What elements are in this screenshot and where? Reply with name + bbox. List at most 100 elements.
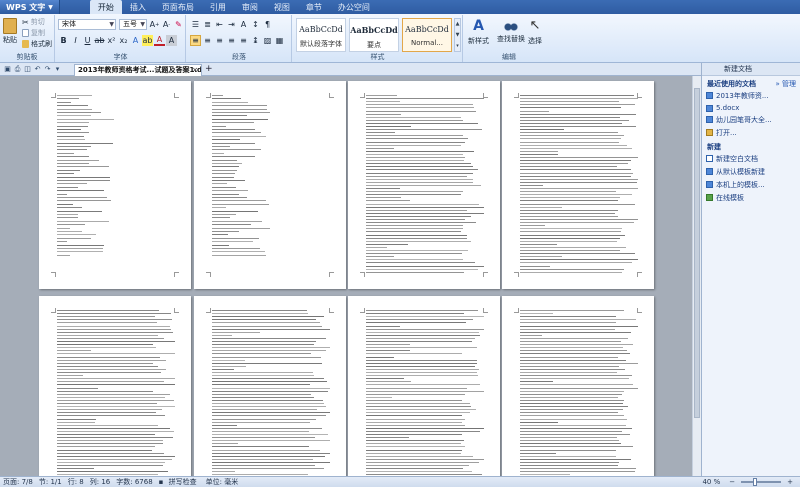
zoom-out-icon[interactable]: −	[726, 477, 738, 487]
print-icon[interactable]: ⎙	[13, 65, 22, 74]
subscript-icon[interactable]: x₂	[118, 35, 129, 46]
manage-link[interactable]: » 管理	[775, 79, 796, 89]
underline-icon[interactable]: U	[82, 35, 93, 46]
document-page[interactable]	[194, 81, 346, 289]
local-templates-link[interactable]: 本机上的模板...	[702, 178, 800, 191]
spell-check-toggle[interactable]: ▪ 拼写检查	[156, 477, 203, 487]
text-line	[520, 390, 625, 392]
new-blank-doc-link[interactable]: 新建空白文档	[702, 152, 800, 165]
text-line	[366, 98, 484, 100]
open-link[interactable]: 打开...	[702, 126, 800, 139]
italic-icon[interactable]: I	[70, 35, 81, 46]
align-center-icon[interactable]: ≡	[202, 35, 213, 46]
text-line	[212, 129, 255, 130]
document-page[interactable]	[39, 81, 191, 289]
style-default-paragraph-font[interactable]: AaBbCcDd 默认段落字体	[296, 18, 346, 52]
status-page[interactable]: 页面: 7/8	[0, 477, 36, 487]
select-button[interactable]: ↖ 选择	[528, 18, 542, 46]
paste-button[interactable]: 粘贴	[3, 18, 17, 45]
text-line	[520, 384, 633, 386]
preview-icon[interactable]: ◫	[23, 65, 32, 74]
save-icon[interactable]: ▣	[3, 65, 12, 74]
spell-check-label: 拼写检查	[168, 478, 197, 486]
vertical-scrollbar[interactable]	[692, 76, 701, 476]
font-name-select[interactable]: 宋体 ▼	[58, 19, 116, 30]
bold-icon[interactable]: B	[58, 35, 69, 46]
tab-references[interactable]: 引用	[202, 0, 234, 14]
tab-review[interactable]: 审阅	[234, 0, 266, 14]
status-col: 列: 16	[89, 478, 111, 486]
document-page[interactable]	[348, 81, 500, 289]
increase-indent-icon[interactable]: ⇥	[226, 19, 237, 30]
chinese-layout-icon[interactable]: A	[238, 19, 249, 30]
border-icon[interactable]: ▦	[274, 35, 285, 46]
quick-access-dropdown-icon[interactable]: ▾	[53, 65, 62, 74]
tab-view[interactable]: 视图	[266, 0, 298, 14]
document-page[interactable]	[502, 81, 654, 289]
undo-icon[interactable]: ↶	[33, 65, 42, 74]
align-right-icon[interactable]: ≡	[214, 35, 225, 46]
tab-home[interactable]: 开始	[89, 0, 122, 14]
show-marks-icon[interactable]: ¶	[262, 19, 273, 30]
tab-insert[interactable]: 插入	[122, 0, 154, 14]
format-painter-button[interactable]: 格式刷	[22, 39, 52, 49]
decrease-indent-icon[interactable]: ⇤	[214, 19, 225, 30]
bullet-list-icon[interactable]: ☰	[190, 19, 201, 30]
text-line	[520, 362, 638, 364]
copy-button[interactable]: 复制	[22, 28, 45, 38]
tab-page-layout[interactable]: 页面布局	[154, 0, 202, 14]
status-word-count[interactable]: 字数: 6768	[113, 477, 155, 487]
document-page[interactable]	[39, 296, 191, 476]
tab-office-space[interactable]: 办公空间	[330, 0, 378, 14]
zoom-slider-knob[interactable]	[753, 478, 758, 486]
new-from-default-template-link[interactable]: 从默认模板新建	[702, 165, 800, 178]
text-line	[57, 193, 68, 195]
tab-section[interactable]: 章节	[298, 0, 330, 14]
styles-scroll[interactable]: ▲ ▼ ▾	[454, 18, 461, 52]
text-effect-icon[interactable]: A	[130, 35, 141, 46]
superscript-icon[interactable]: x²	[106, 35, 117, 46]
close-icon[interactable]: ×	[192, 65, 198, 76]
shrink-font-icon[interactable]: A-	[161, 19, 172, 30]
text-line	[366, 129, 483, 131]
text-line	[366, 331, 479, 333]
zoom-in-icon[interactable]: +	[784, 477, 796, 487]
status-unit[interactable]: 单位: 毫米	[203, 477, 242, 487]
recent-doc-item[interactable]: 5.docx	[702, 102, 800, 113]
document-page[interactable]	[348, 296, 500, 476]
cut-button[interactable]: ✂ 剪切	[22, 17, 45, 27]
align-left-icon[interactable]: ≡	[190, 35, 201, 46]
char-shading-icon[interactable]: A	[166, 35, 177, 46]
justify-icon[interactable]: ≡	[226, 35, 237, 46]
scrollbar-thumb[interactable]	[694, 88, 700, 418]
distribute-icon[interactable]: ≡	[238, 35, 249, 46]
document-tab[interactable]: 2013年教师资格考试...试题及答案1.docx ×	[74, 64, 202, 76]
style-key-point[interactable]: AaBbCcDd 要点	[349, 18, 399, 52]
wps-app-menu-button[interactable]: WPS 文字 ▼	[0, 0, 60, 14]
new-tab-icon[interactable]: +	[205, 64, 213, 74]
grow-font-icon[interactable]: A +	[149, 19, 160, 30]
recent-doc-item[interactable]: 幼儿园笔哥大全...	[702, 113, 800, 126]
redo-icon[interactable]: ↷	[43, 65, 52, 74]
document-workspace[interactable]	[0, 76, 696, 476]
zoom-slider[interactable]	[741, 478, 782, 486]
strikethrough-icon[interactable]: ab	[94, 35, 105, 46]
online-templates-link[interactable]: 在线模板	[702, 191, 800, 204]
text-line	[212, 328, 330, 330]
style-normal[interactable]: AaBbCcDd Normal...	[402, 18, 452, 52]
document-page[interactable]	[502, 296, 654, 476]
highlight-icon[interactable]: ab	[142, 35, 153, 46]
text-line	[57, 365, 159, 367]
clear-format-icon[interactable]: ✎	[173, 19, 184, 30]
new-style-button[interactable]: A 新样式	[468, 18, 489, 46]
shading-icon[interactable]: ▨	[262, 35, 273, 46]
recent-doc-item[interactable]: 2013年教师资...	[702, 89, 800, 102]
document-page[interactable]	[194, 296, 346, 476]
text-line	[366, 384, 481, 386]
numbered-list-icon[interactable]: ≣	[202, 19, 213, 30]
sort-icon[interactable]: ↕	[250, 19, 261, 30]
font-color-icon[interactable]: A	[154, 35, 165, 46]
find-replace-button[interactable]: 查找替换	[497, 18, 525, 44]
font-size-select[interactable]: 五号 ▼	[119, 19, 147, 30]
line-spacing-icon[interactable]: ↨	[250, 35, 261, 46]
